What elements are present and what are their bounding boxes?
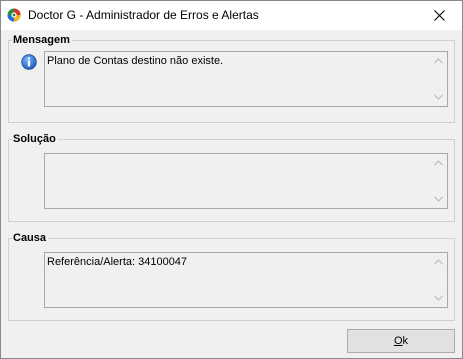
title-bar[interactable]: Doctor G - Administrador de Erros e Aler… [1,1,462,30]
mensagem-text: Plano de Contas destino não existe. [47,55,224,67]
chevron-up-icon [433,259,443,265]
mensagem-textarea[interactable]: Plano de Contas destino não existe. [44,51,448,107]
solucao-group: Solução [8,132,455,222]
solucao-scroll-up[interactable] [430,156,446,170]
info-icon [21,54,37,70]
close-button[interactable] [416,1,462,30]
window-title: Doctor G - Administrador de Erros e Aler… [28,8,259,22]
mensagem-scroll-up[interactable] [430,54,446,68]
mensagem-group: Mensagem Plano de Contas destino não exi… [8,33,455,123]
causa-group: Causa Referência/Alerta: 34100047 [8,231,455,321]
causa-textarea[interactable]: Referência/Alerta: 34100047 [44,252,448,308]
error-dialog-window: Doctor G - Administrador de Erros e Aler… [0,0,463,359]
chevron-down-icon [433,94,443,100]
app-logo-icon [7,8,21,22]
chevron-up-icon [433,160,443,166]
ok-button-mnemonic: O [393,335,403,347]
chevron-down-icon [433,196,443,202]
solucao-scroll-down[interactable] [430,192,446,206]
causa-scroll-up[interactable] [430,255,446,269]
ok-button[interactable]: Ok [347,329,455,353]
causa-scroll-down[interactable] [430,291,446,305]
solucao-textarea[interactable] [44,153,448,209]
causa-text: Referência/Alerta: 34100047 [47,256,188,268]
causa-group-label: Causa [12,231,49,245]
mensagem-scroll-down[interactable] [430,90,446,104]
chevron-down-icon [433,295,443,301]
close-icon [433,10,445,21]
ok-button-label: k [402,335,409,347]
chevron-up-icon [433,58,443,64]
solucao-group-label: Solução [12,132,58,146]
mensagem-group-label: Mensagem [12,33,72,47]
